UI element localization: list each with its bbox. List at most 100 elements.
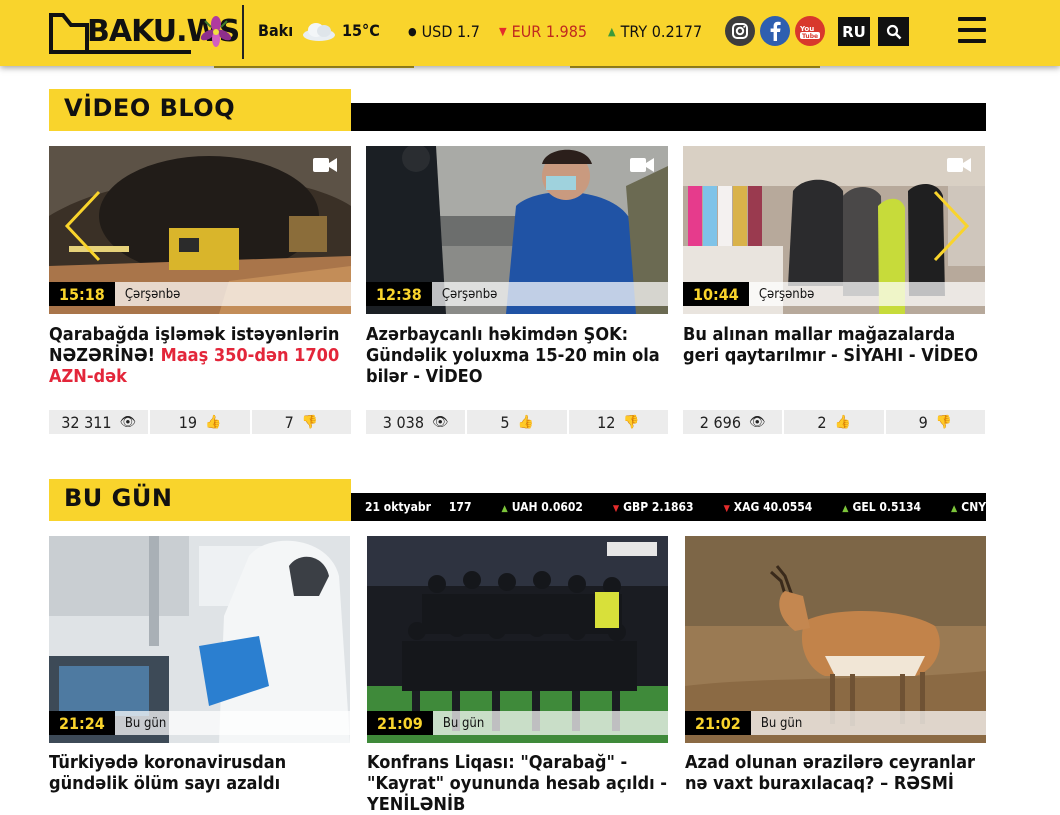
currency-label: EUR 1.985 bbox=[511, 22, 588, 41]
section-title-text: VİDEO BLOQ bbox=[64, 94, 236, 122]
like-button[interactable]: 5 👍 bbox=[467, 410, 567, 434]
like-button[interactable]: 2 👍 bbox=[784, 410, 884, 434]
thumbs-up-icon: 👍 bbox=[205, 414, 222, 430]
video-headline[interactable]: Azərbaycanlı həkimdən ŞOK: Gündəlik yolu… bbox=[366, 324, 668, 387]
views-count: 3 038 👁 bbox=[366, 410, 466, 434]
up-arrow-icon: ▲ bbox=[608, 25, 616, 38]
video-headline[interactable]: Bu alınan mallar mağazalarda geri qaytar… bbox=[683, 324, 985, 366]
site-logo[interactable]: BAKU.WS bbox=[49, 11, 240, 54]
stats-row: 32 311 👁 19 👍 7 👎 bbox=[49, 410, 351, 434]
video-camera-icon bbox=[630, 158, 654, 172]
cloud-icon bbox=[303, 23, 335, 41]
down-arrow-icon: ▼ bbox=[612, 504, 620, 514]
day-label: Çərşənbə bbox=[124, 286, 181, 302]
eye-icon: 👁 bbox=[119, 414, 137, 430]
headline-text: Türkiyədə koronavirusdan gündəlik ölüm s… bbox=[49, 752, 287, 794]
currency-label: TRY 0.2177 bbox=[620, 22, 703, 41]
logo-mark-icon bbox=[49, 13, 89, 51]
stats-row: 2 696 👁 2 👍 9 👎 bbox=[683, 410, 985, 434]
video-camera-icon bbox=[947, 158, 971, 172]
thumbs-down-icon: 👎 bbox=[935, 414, 952, 430]
news-headline[interactable]: Türkiyədə koronavirusdan gündəlik ölüm s… bbox=[49, 752, 350, 794]
headline-text: Azərbaycanlı həkimdən ŞOK: Gündəlik yolu… bbox=[366, 324, 660, 387]
time-badge: 21:09 bbox=[367, 711, 433, 735]
ticker-rate: ▲ UAH 0.0602 bbox=[501, 500, 583, 514]
youtube-icon[interactable]: You Tube bbox=[795, 16, 825, 46]
search-button[interactable] bbox=[878, 17, 909, 46]
dislike-button[interactable]: 9 👎 bbox=[885, 410, 985, 434]
headline-text: Azad olunan ərazilərə ceyranlar nə vaxt … bbox=[685, 752, 975, 794]
day-label: Bu gün bbox=[124, 715, 167, 731]
time-badge: 10:44 bbox=[683, 282, 749, 306]
time-bar: 12:38 Çərşənbə bbox=[366, 282, 668, 306]
ticker-rate: ▼ GBP 2.1863 bbox=[612, 500, 694, 514]
time-bar: 21:24 Bu gün bbox=[49, 711, 350, 735]
time-badge: 15:18 bbox=[49, 282, 115, 306]
logo-underline bbox=[49, 50, 191, 54]
stats-row: 3 038 👁 5 👍 12 👎 bbox=[366, 410, 668, 434]
video-camera-icon bbox=[313, 158, 337, 172]
day-label: Çərşənbə bbox=[758, 286, 815, 302]
thumbs-up-icon: 👍 bbox=[834, 414, 851, 430]
language-button[interactable]: RU bbox=[838, 17, 870, 46]
time-badge: 12:38 bbox=[366, 282, 432, 306]
thumbs-down-icon: 👎 bbox=[623, 414, 640, 430]
up-arrow-icon: ▲ bbox=[951, 504, 958, 514]
ticker-rate: ▲ GEL 0.5134 bbox=[842, 500, 922, 514]
carousel-prev-icon[interactable] bbox=[63, 188, 103, 264]
weather-temperature: 15°C bbox=[342, 21, 380, 40]
day-label: Bu gün bbox=[760, 715, 803, 731]
dislike-button[interactable]: 7 👎 bbox=[251, 410, 351, 434]
currency-try: ▲ TRY 0.2177 bbox=[608, 22, 702, 41]
section-bar bbox=[351, 103, 986, 131]
section-title-today[interactable]: BU GÜN bbox=[49, 479, 351, 521]
dislike-button[interactable]: 12 👎 bbox=[568, 410, 668, 434]
header-divider bbox=[242, 5, 244, 59]
day-label: Çərşənbə bbox=[441, 286, 498, 302]
rates-ticker: 21 oktyabr 177 ▲ UAH 0.0602 ▼ GBP 2.1863 ▼… bbox=[351, 493, 1031, 521]
news-headline[interactable]: Azad olunan ərazilərə ceyranlar nə vaxt … bbox=[685, 752, 986, 794]
thumbs-down-icon: 👎 bbox=[301, 414, 318, 430]
news-image[interactable]: 21:02 Bu gün bbox=[685, 536, 986, 743]
down-arrow-icon: ▼ bbox=[499, 25, 507, 38]
down-arrow-icon: ▼ bbox=[723, 504, 730, 514]
ticker-count: 177 bbox=[448, 500, 472, 514]
bullet-icon: ● bbox=[408, 25, 417, 38]
instagram-icon[interactable] bbox=[725, 16, 755, 46]
time-bar: 21:09 Bu gün bbox=[367, 711, 668, 735]
facebook-icon[interactable] bbox=[760, 16, 790, 46]
section-title-video[interactable]: VİDEO BLOQ bbox=[49, 89, 351, 131]
video-headline[interactable]: Qarabağda işləmək istəyənlərin NƏZƏRİNƏ!… bbox=[49, 324, 351, 387]
news-image[interactable]: 21:24 Bu gün bbox=[49, 536, 350, 743]
currency-usd: ● USD 1.7 bbox=[408, 22, 480, 41]
currency-eur: ▼ EUR 1.985 bbox=[499, 22, 587, 41]
section-title-text: BU GÜN bbox=[64, 484, 173, 512]
currency-label: USD 1.7 bbox=[421, 22, 480, 41]
eye-icon: 👁 bbox=[432, 414, 449, 430]
weather-city: Bakı bbox=[258, 21, 294, 40]
ticker-date: 21 oktyabr bbox=[365, 500, 431, 514]
video-thumbnail[interactable]: 12:38 Çərşənbə bbox=[366, 146, 668, 314]
eye-icon: 👁 bbox=[749, 414, 766, 430]
thumbs-up-icon: 👍 bbox=[517, 414, 534, 430]
search-icon bbox=[886, 24, 901, 39]
site-header: BAKU.WS Bakı 15°C ● USD 1.7 ▼ EUR 1.985 ▲ T… bbox=[0, 0, 1060, 66]
flower-icon bbox=[200, 16, 232, 47]
menu-icon[interactable] bbox=[958, 17, 986, 47]
carousel-next-icon[interactable] bbox=[931, 188, 971, 264]
news-image[interactable]: 21:09 Bu gün bbox=[367, 536, 668, 743]
svg-text:You: You bbox=[799, 25, 814, 33]
views-count: 32 311 👁 bbox=[49, 410, 149, 434]
ticker-rate: ▼ XAG 40.0554 bbox=[723, 500, 813, 514]
time-badge: 21:24 bbox=[49, 711, 115, 735]
time-bar: 10:44 Çərşənbə bbox=[683, 282, 985, 306]
up-arrow-icon: ▲ bbox=[842, 504, 849, 514]
time-badge: 21:02 bbox=[685, 711, 751, 735]
views-count: 2 696 👁 bbox=[683, 410, 783, 434]
like-button[interactable]: 19 👍 bbox=[150, 410, 250, 434]
day-label: Bu gün bbox=[442, 715, 485, 731]
svg-text:Tube: Tube bbox=[802, 33, 818, 39]
headline-text: Bu alınan mallar mağazalarda geri qaytar… bbox=[683, 324, 979, 366]
time-bar: 21:02 Bu gün bbox=[685, 711, 986, 735]
up-arrow-icon: ▲ bbox=[501, 504, 508, 514]
